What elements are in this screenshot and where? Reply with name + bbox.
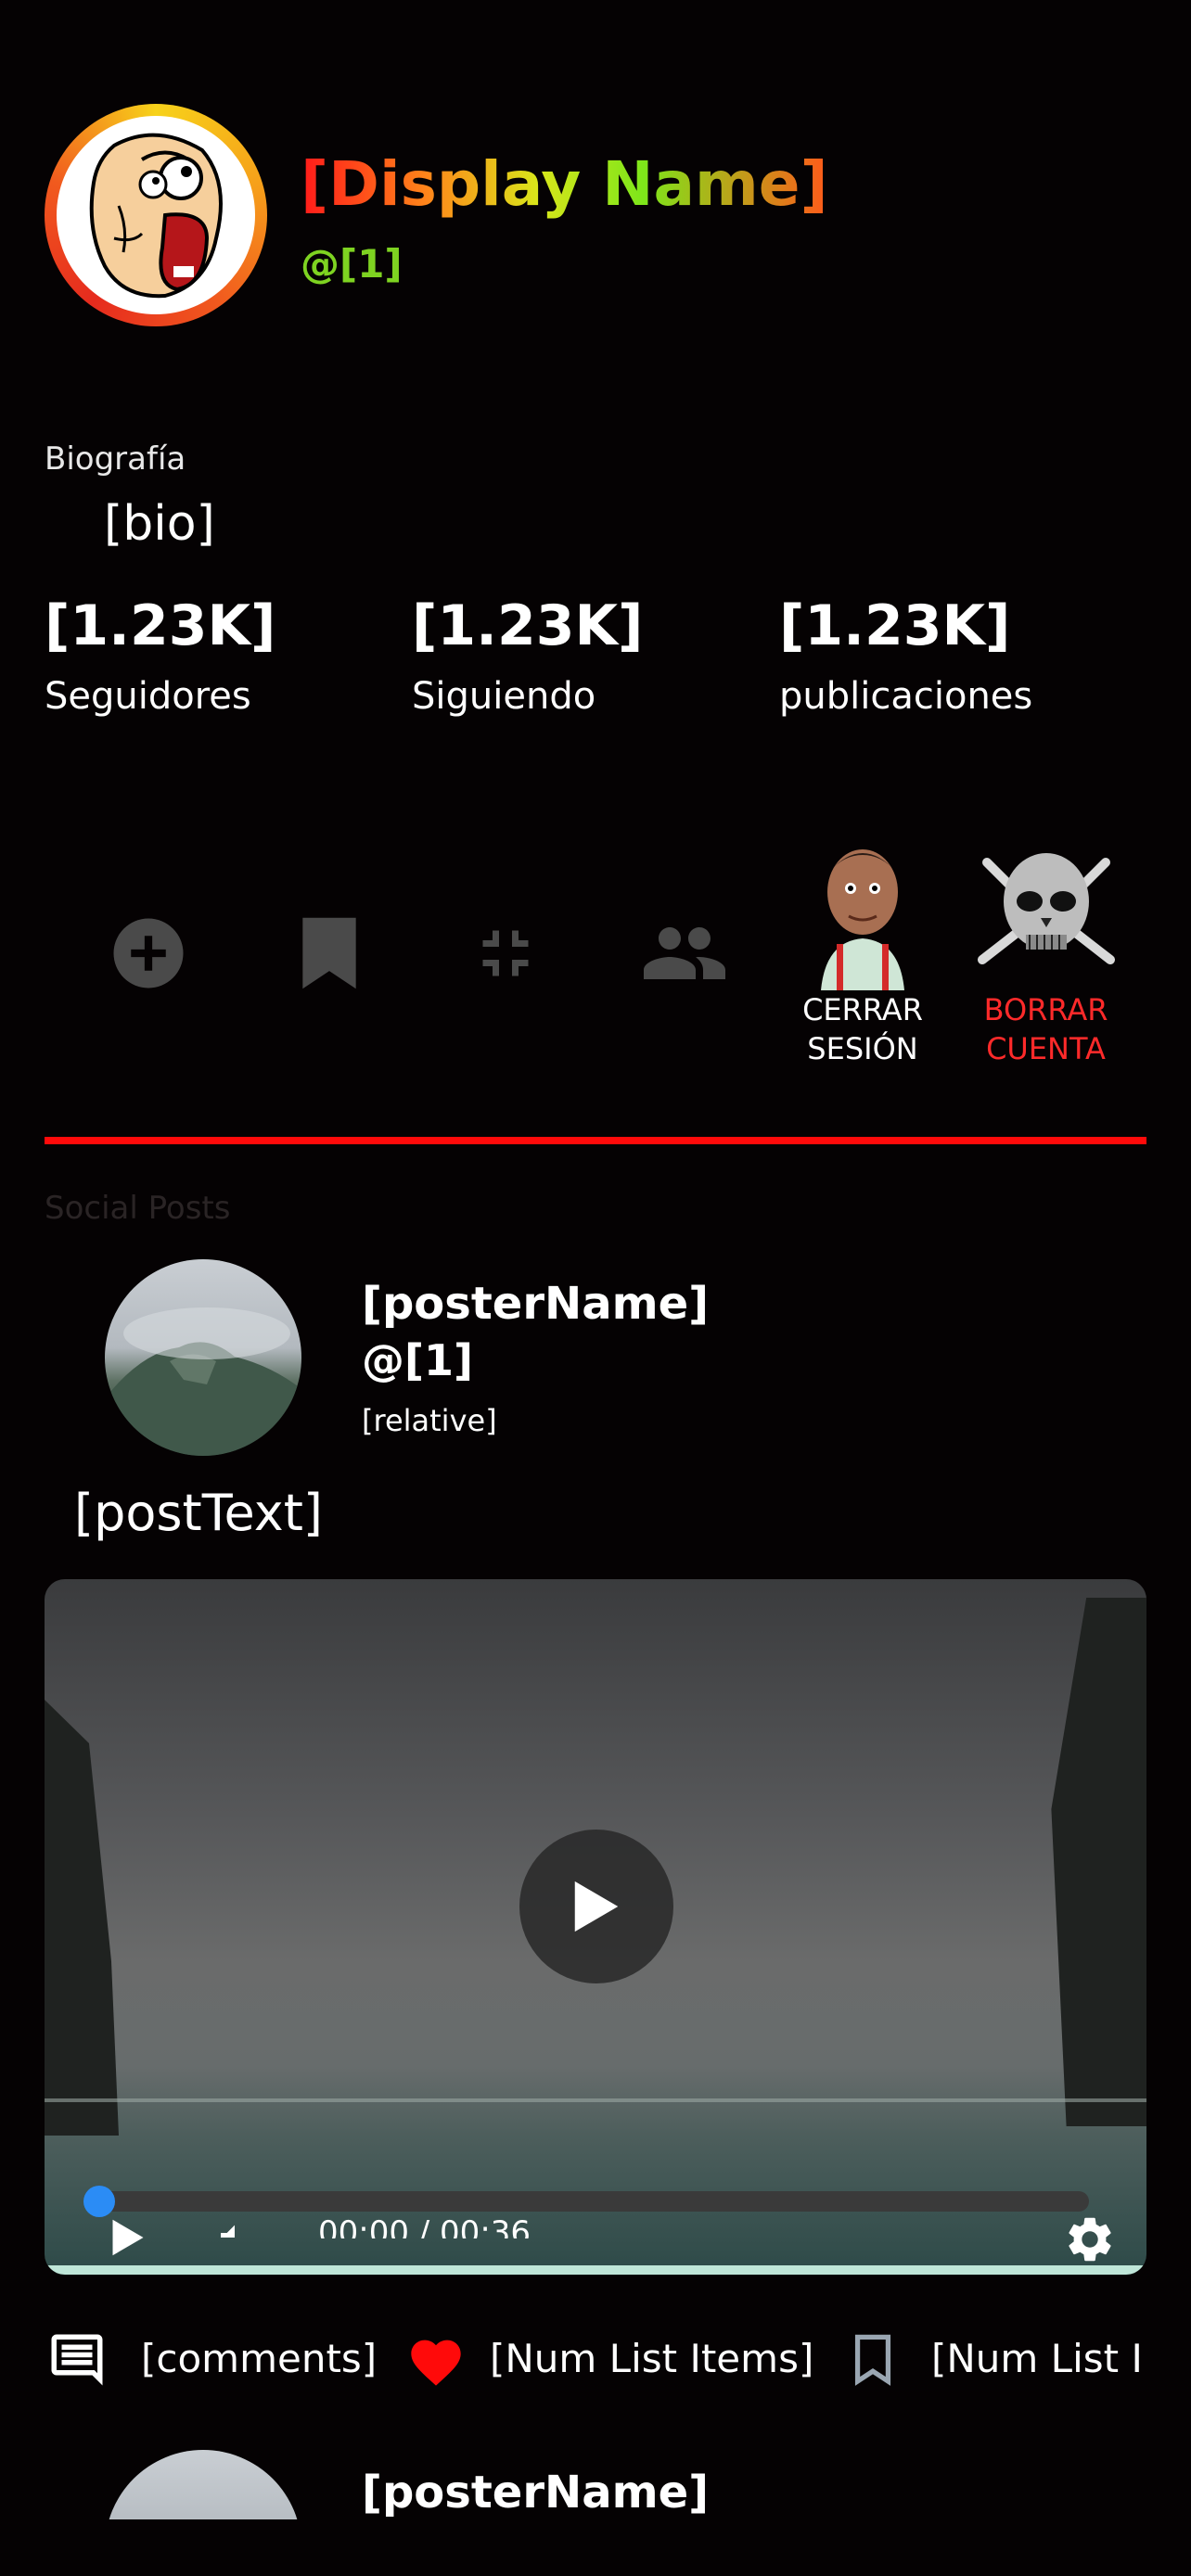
likes-count: [Num List Items]	[490, 2336, 814, 2381]
stat-followers[interactable]: [1.23K] Seguidores	[45, 593, 275, 718]
next-poster-avatar[interactable]	[105, 2450, 301, 2519]
video-progress-track[interactable]	[96, 2191, 1089, 2212]
volume-icon	[221, 2225, 235, 2238]
video-bottom-strip	[45, 2265, 1146, 2275]
save-button[interactable]	[852, 2332, 898, 2393]
collapse-icon	[482, 930, 529, 976]
display-name: [Display Name]	[301, 148, 828, 220]
collapse-button[interactable]	[459, 907, 552, 1000]
saved-posts-button[interactable]	[283, 907, 376, 1000]
gear-icon	[1069, 2217, 1111, 2262]
add-post-button[interactable]	[102, 907, 195, 1000]
add-circle-icon	[113, 918, 184, 988]
skull-image	[965, 835, 1127, 990]
bio-text: [bio]	[104, 496, 215, 552]
stat-posts[interactable]: [1.23K] publicaciones	[779, 593, 1032, 718]
social-posts-title: Social Posts	[45, 1190, 231, 1227]
video-small-play-button[interactable]	[109, 2217, 156, 2264]
comments-count: [comments]	[141, 2336, 378, 2381]
saves-count: [Num List I	[931, 2336, 1143, 2381]
video-time: 00:00 / 00:36	[318, 2214, 531, 2238]
following-count: [1.23K]	[412, 593, 644, 658]
post-relative-time: [relative]	[362, 1403, 497, 1438]
section-divider	[45, 1137, 1146, 1144]
volume-button[interactable]	[216, 2219, 253, 2238]
bookmark-icon	[302, 917, 356, 989]
next-poster-avatar-image	[105, 2450, 301, 2519]
poster-handle: @[1]	[362, 1335, 474, 1385]
profile-avatar[interactable]	[45, 104, 267, 326]
video-play-button[interactable]	[519, 1830, 673, 1983]
right-cliff	[1051, 1598, 1146, 2126]
poster-avatar[interactable]	[105, 1259, 301, 1456]
stat-following[interactable]: [1.23K] Siguiendo	[412, 593, 643, 718]
play-icon	[112, 2219, 144, 2256]
logout-character-image	[788, 835, 937, 990]
horizon-line	[45, 2098, 1146, 2102]
left-cliff	[45, 1700, 119, 2136]
video-player[interactable]: 00:00 / 00:36	[45, 1579, 1146, 2275]
post-text: [postText]	[74, 1484, 323, 1542]
followers-count: [1.23K]	[45, 593, 276, 658]
play-icon	[574, 1881, 619, 1932]
comments-button[interactable]	[46, 2329, 111, 2394]
friends-button[interactable]	[638, 907, 731, 1000]
user-handle: @[1]	[301, 241, 403, 287]
people-icon	[644, 927, 725, 979]
logout-label: CERRAR SESIÓN	[802, 992, 923, 1066]
next-poster-name[interactable]: [posterName]	[362, 2467, 709, 2519]
saves-count-wrap: [Num List I	[931, 2336, 1146, 2381]
bio-label: Biografía	[45, 440, 186, 478]
like-button[interactable]	[406, 2332, 467, 2393]
video-progress-knob[interactable]	[83, 2186, 115, 2217]
delete-account-button[interactable]: BORRAR CUENTA	[965, 835, 1127, 1068]
video-settings-button[interactable]	[1063, 2213, 1119, 2268]
bookmark-outline-icon	[854, 2334, 891, 2386]
rage-face-avatar-image	[57, 116, 255, 314]
poster-name[interactable]: [posterName]	[362, 1278, 709, 1330]
following-label: Siguiendo	[412, 675, 596, 718]
posts-count: [1.23K]	[779, 593, 1011, 658]
comment-icon	[51, 2334, 103, 2386]
followers-label: Seguidores	[45, 675, 251, 718]
heart-icon	[411, 2340, 461, 2386]
posts-label: publicaciones	[779, 675, 1033, 718]
bottom-fade	[0, 2519, 1191, 2576]
logout-button[interactable]: CERRAR SESIÓN	[788, 835, 937, 1068]
delete-account-label: BORRAR CUENTA	[983, 992, 1108, 1066]
